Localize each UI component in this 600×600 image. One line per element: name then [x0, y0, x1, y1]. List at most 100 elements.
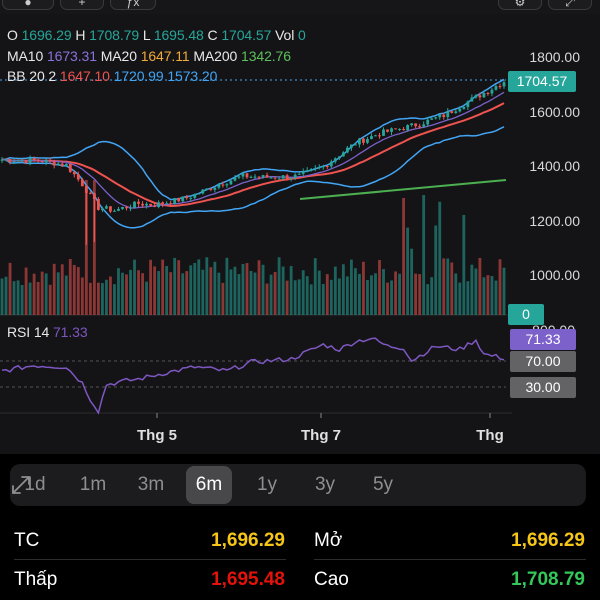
candle-body [20, 160, 24, 162]
candle-body [161, 202, 165, 205]
candle-body [181, 196, 185, 202]
volume-bar [177, 260, 181, 315]
volume-bar [249, 270, 253, 315]
volume-bar [486, 275, 490, 315]
candle-body [113, 210, 116, 212]
period-selector: 1d 1m 3m 6m 1y 3y 5y [10, 464, 586, 506]
period-5y[interactable]: 5y [360, 464, 406, 506]
candle-body [474, 95, 478, 98]
volume-bar [289, 266, 293, 315]
volume-bar [277, 257, 281, 315]
volume-bar [470, 264, 474, 315]
candle-body [24, 160, 28, 163]
volume-bar [185, 271, 189, 315]
candle-body [44, 159, 48, 163]
volume-bar [149, 259, 153, 315]
volume-bar [209, 267, 213, 315]
volume-bar [133, 259, 136, 315]
volume-bar [490, 276, 494, 315]
candle-body [309, 169, 313, 171]
candle-body [257, 176, 261, 178]
candle-body [494, 86, 498, 90]
candle-body [422, 124, 426, 127]
candle-body [285, 175, 289, 179]
volume-bar [8, 262, 12, 315]
candle-body [378, 135, 381, 137]
time-tick: Thg 7 [301, 427, 341, 444]
candle-body [249, 176, 253, 178]
volume-bar [157, 271, 161, 315]
bb-upper-value: 1720.99 [113, 68, 164, 84]
candle-body [277, 178, 281, 180]
volume-bar [394, 271, 397, 315]
stat-high-label: Cao [314, 569, 349, 590]
candle-body [105, 206, 108, 209]
candle-body [80, 179, 84, 187]
volume-bar [20, 284, 24, 315]
candle-body [68, 163, 72, 172]
ma10-value: 1673.31 [46, 48, 97, 64]
volume-bar [422, 195, 426, 315]
volume-bar [378, 259, 381, 315]
volume-bar [68, 258, 72, 315]
candle-body [205, 188, 209, 190]
high-value: 1708.79 [89, 27, 140, 43]
candle-body [297, 173, 301, 175]
candle-body [382, 129, 385, 136]
period-1y[interactable]: 1y [244, 464, 290, 506]
period-3y[interactable]: 3y [302, 464, 348, 506]
period-6m[interactable]: 6m [186, 466, 232, 504]
candle-body [40, 161, 44, 163]
period-3m[interactable]: 3m [128, 464, 174, 506]
volume-bar [161, 259, 165, 315]
volume-bar [253, 272, 257, 315]
candle-body [157, 202, 161, 207]
candle-body [426, 119, 430, 125]
stat-tc-label: TC [14, 530, 40, 551]
candle-body [221, 184, 225, 186]
volume-bar [4, 276, 8, 315]
price-tick: 1400.00 [529, 158, 580, 174]
volume-bar [382, 269, 385, 315]
volume-bar [321, 284, 325, 315]
ma20-value: 1647.11 [140, 48, 190, 64]
volume-bar [386, 282, 389, 315]
volume-bar [217, 272, 221, 315]
volume-bar [169, 272, 173, 315]
candle-body [301, 171, 305, 174]
volume-bar [458, 282, 462, 315]
volume-bar [16, 280, 20, 315]
volume-bar [265, 283, 269, 315]
volume-bar [478, 257, 482, 315]
volume-bar [193, 262, 197, 315]
candle-body [141, 203, 144, 206]
candle-body [362, 138, 365, 143]
candle-body [414, 123, 418, 127]
volume-bar [237, 274, 241, 315]
candle-body [289, 177, 293, 179]
volume-bar [213, 261, 217, 315]
candle-body [233, 177, 237, 181]
candle-body [333, 158, 337, 162]
volume-bar [109, 276, 112, 315]
volume-bar [56, 272, 60, 315]
candle-body [374, 135, 377, 137]
volume-bar [313, 258, 317, 315]
candle-body [225, 184, 229, 186]
candle-body [12, 161, 16, 163]
period-1m[interactable]: 1m [70, 464, 116, 506]
stat-high-value: 1,708.79 [511, 569, 585, 590]
candle-body [36, 160, 40, 162]
candle-body [337, 156, 341, 159]
candle-body [434, 117, 438, 119]
candle-body [145, 203, 148, 206]
candle-body [390, 128, 393, 132]
candle-body [177, 197, 181, 202]
candle-body [129, 207, 132, 209]
rsi-overbought-marker: 70.00 [510, 351, 576, 372]
expand-diagonal-icon[interactable] [10, 474, 32, 496]
volume-bar [402, 198, 406, 315]
volume-bar [406, 227, 410, 315]
candle-body [121, 207, 124, 209]
volume-bar [141, 273, 144, 315]
